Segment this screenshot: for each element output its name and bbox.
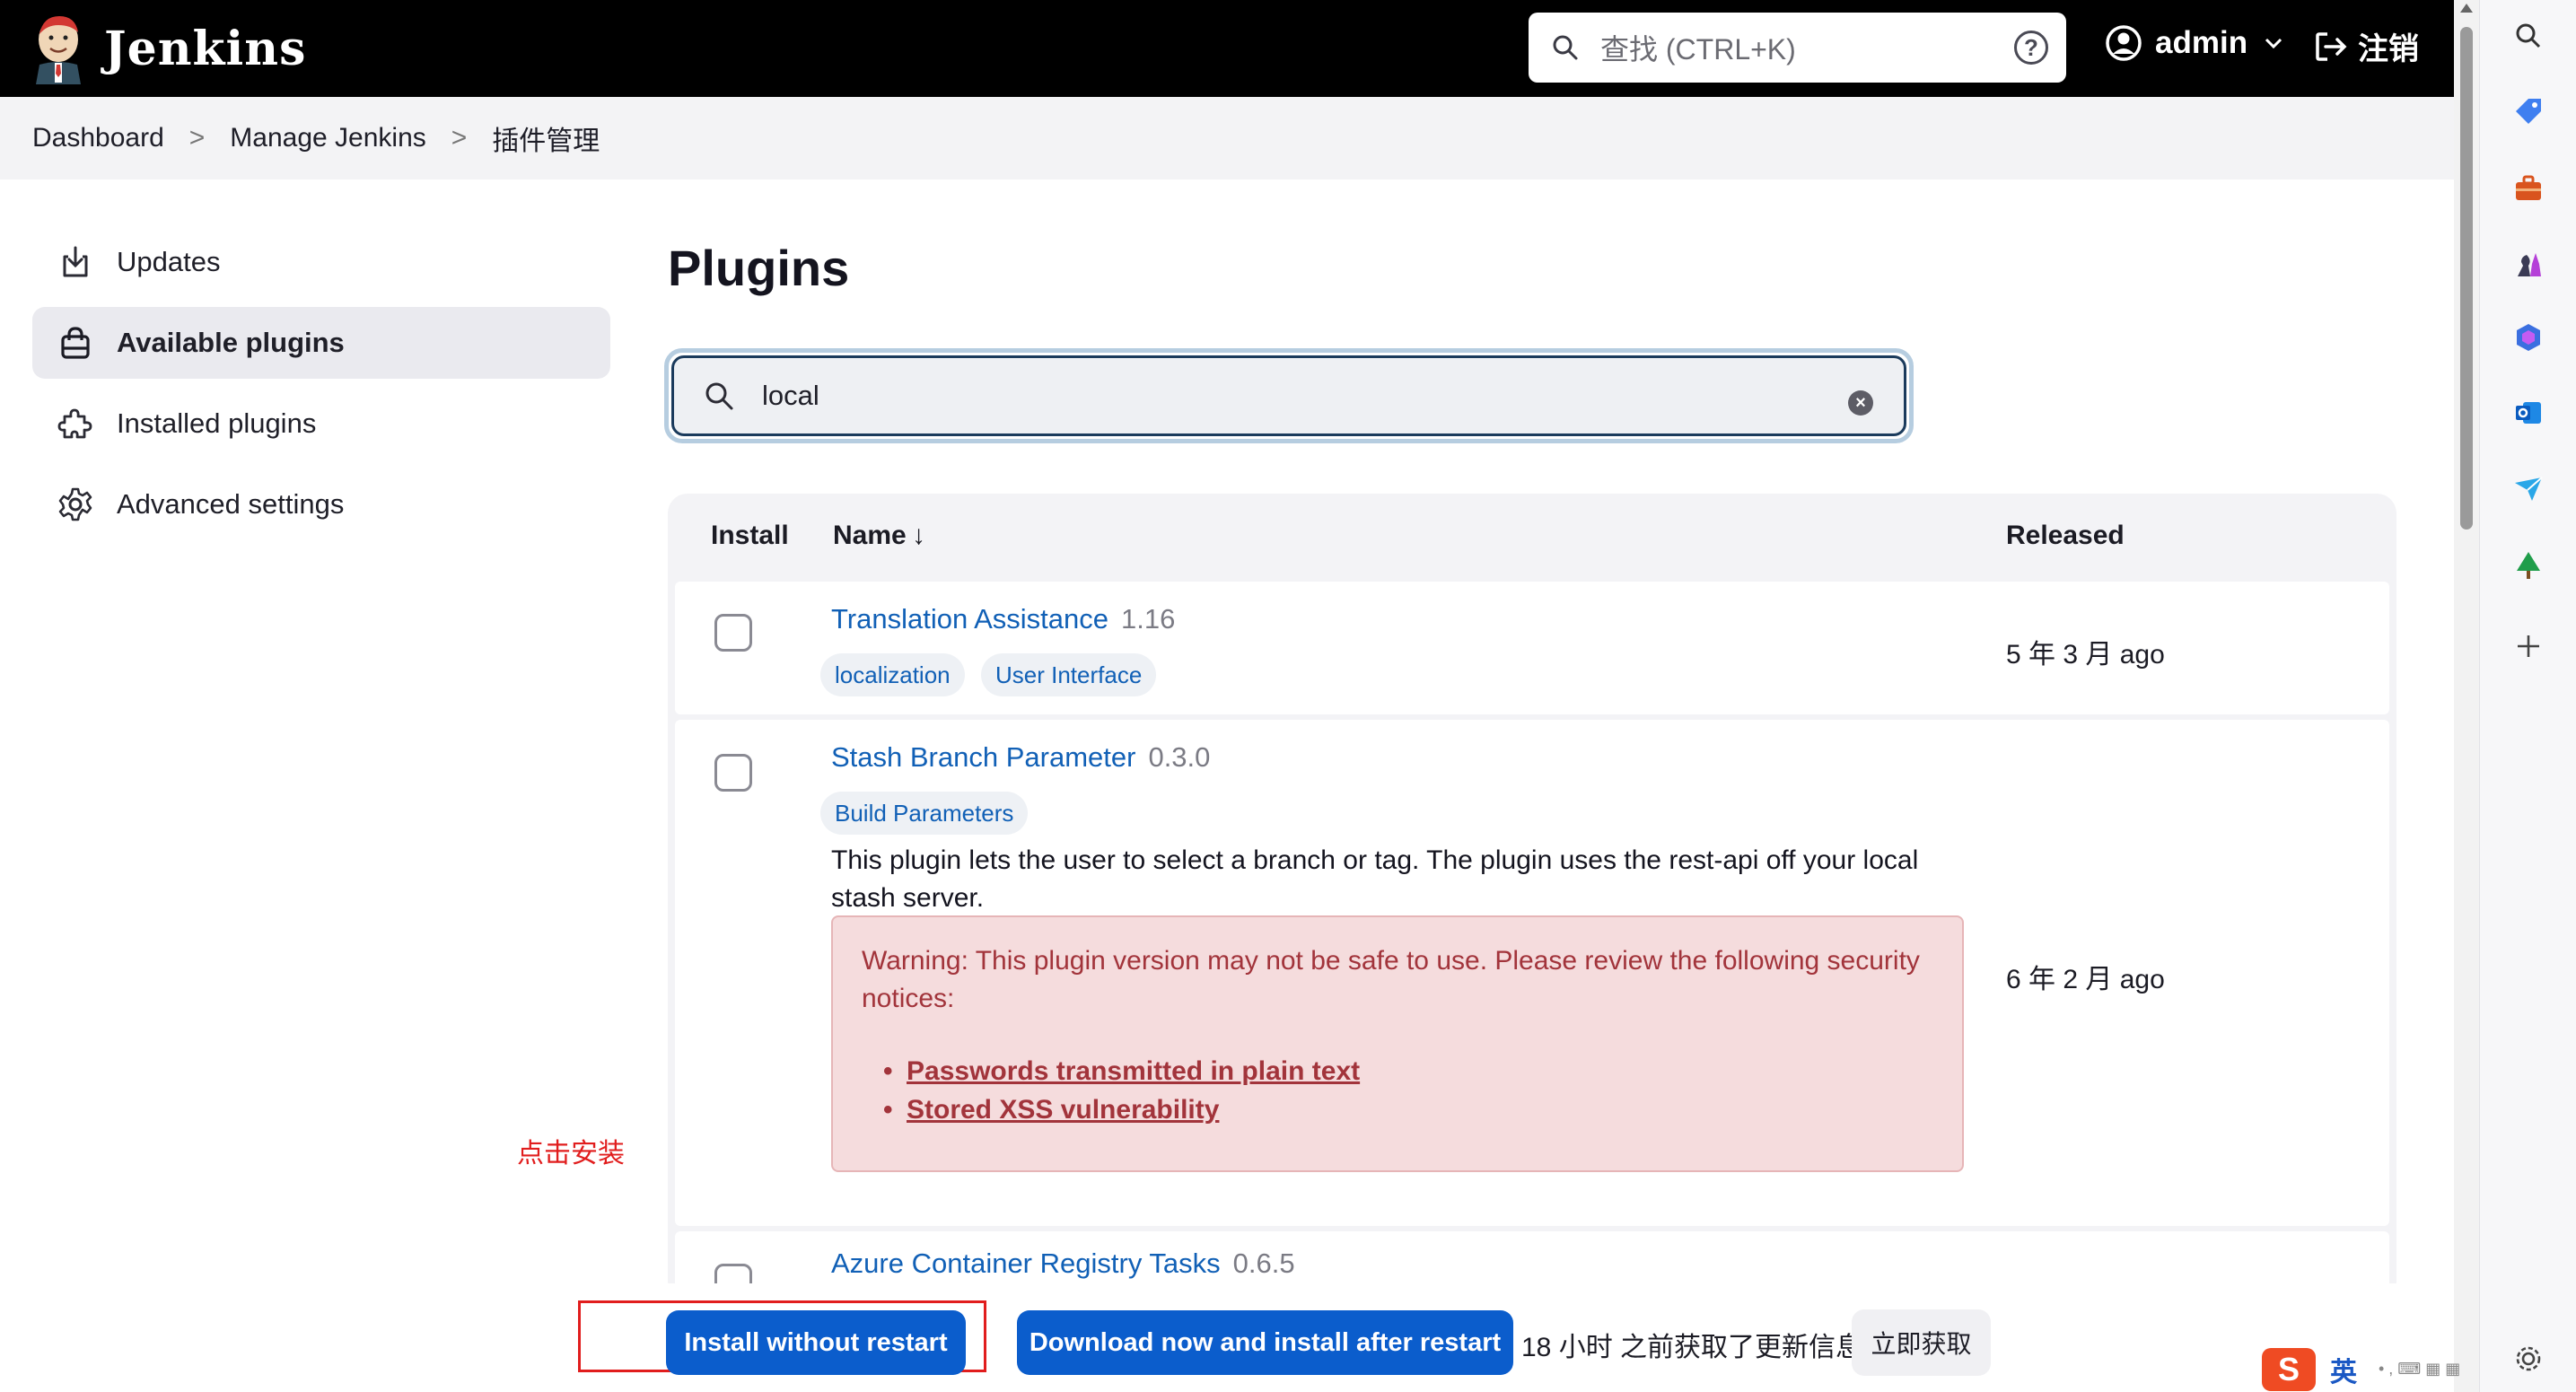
category-tag[interactable]: localization: [820, 653, 965, 696]
col-install: Install: [711, 521, 789, 550]
plugin-link[interactable]: Stash Branch Parameter: [831, 741, 1135, 773]
security-notice-link[interactable]: Stored XSS vulnerability: [883, 1090, 1360, 1129]
col-released: Released: [2006, 521, 2125, 550]
plugin-name-row: Azure Container Registry Tasks 0.6.5: [831, 1248, 1295, 1280]
outlook-icon[interactable]: [2512, 397, 2545, 429]
breadcrumb-manage-jenkins[interactable]: Manage Jenkins: [230, 123, 425, 153]
chevron-down-icon: [2265, 38, 2282, 49]
add-icon[interactable]: [2512, 630, 2545, 662]
chevron-right-icon: >: [451, 123, 468, 153]
puzzle-icon: [57, 408, 92, 439]
security-notices: Passwords transmitted in plain text Stor…: [883, 1052, 1360, 1129]
help-icon[interactable]: ?: [2014, 31, 2048, 65]
copilot-icon[interactable]: [2512, 321, 2545, 354]
ime-toolbar[interactable]: S 英 • , ⌨ ▦ ▦: [2262, 1346, 2460, 1392]
shopping-bag-icon: [61, 327, 90, 359]
sogou-logo-icon[interactable]: S: [2262, 1347, 2316, 1391]
user-menu[interactable]: admin: [2105, 24, 2283, 62]
sidebar-item-label: Installed plugins: [117, 407, 317, 439]
sidebar-item-label: Available plugins: [117, 327, 345, 358]
clear-filter-icon[interactable]: ×: [1848, 390, 1873, 416]
sidebar-item-installed-plugins[interactable]: Installed plugins: [32, 388, 610, 460]
sidebar-item-label: Updates: [117, 246, 221, 277]
plugin-filter: local ×: [664, 348, 1914, 443]
scroll-up-arrow-icon[interactable]: [2460, 4, 2473, 13]
breadcrumb: Dashboard > Manage Jenkins > 插件管理: [0, 97, 2454, 179]
search-icon: [1553, 35, 1578, 60]
tree-icon[interactable]: [2512, 549, 2545, 582]
sidebar-item-updates[interactable]: Updates: [32, 226, 610, 298]
plugin-name-row: Stash Branch Parameter 0.3.0: [831, 741, 1210, 774]
install-checkbox[interactable]: [714, 614, 752, 652]
plugin-version: 0.3.0: [1148, 741, 1211, 773]
plugin-version: 0.6.5: [1232, 1248, 1295, 1279]
fetch-now-button[interactable]: 立即获取: [1852, 1309, 1991, 1376]
search-placeholder: 查找 (CTRL+K): [1600, 33, 1796, 66]
search-icon[interactable]: [2512, 20, 2545, 52]
plugin-name-row: Translation Assistance 1.16: [831, 603, 1175, 635]
plugins-table: Install Name ↓ Released Translation Assi…: [668, 494, 2396, 1301]
breadcrumb-plugin-manager[interactable]: 插件管理: [492, 118, 600, 158]
install-without-restart-button[interactable]: Install without restart: [666, 1310, 966, 1375]
chevron-right-icon: >: [188, 123, 206, 153]
brand-name: Jenkins: [104, 21, 307, 76]
breadcrumb-dashboard[interactable]: Dashboard: [32, 123, 164, 153]
home-link[interactable]: Jenkins: [31, 13, 306, 84]
search-icon: [705, 382, 733, 410]
plugin-filter-input[interactable]: local ×: [671, 355, 1906, 436]
category-tag[interactable]: Build Parameters: [820, 792, 1029, 835]
filter-value: local: [762, 380, 819, 411]
col-name[interactable]: Name: [833, 521, 907, 551]
install-checkbox[interactable]: [714, 754, 752, 792]
sidebar-item-advanced-settings[interactable]: Advanced settings: [32, 468, 610, 540]
vertical-scrollbar[interactable]: [2454, 0, 2479, 1392]
released-date: 6 年 2 月 ago: [2006, 965, 2165, 994]
settings-icon[interactable]: [2512, 1343, 2545, 1375]
released-date: 5 年 3 月 ago: [2006, 640, 2165, 670]
plugin-description: This plugin lets the user to select a br…: [831, 845, 1919, 913]
browser-sidebar: [2479, 0, 2576, 1392]
sidebar-item-available-plugins[interactable]: Available plugins: [32, 307, 610, 379]
top-header: Jenkins 查找 (CTRL+K) ? admin 注销: [0, 0, 2454, 97]
download-install-after-restart-button[interactable]: Download now and install after restart: [1017, 1310, 1513, 1375]
gear-icon: [58, 487, 92, 521]
category-tag[interactable]: User Interface: [981, 653, 1157, 696]
scrollbar-thumb[interactable]: [2460, 27, 2473, 530]
tag-icon[interactable]: [2512, 95, 2545, 127]
chess-icon[interactable]: [2512, 248, 2545, 280]
annotation-note: 点击安装: [517, 1139, 625, 1169]
table-row: Translation Assistance 1.16 localization …: [675, 582, 2389, 714]
sidebar: Updates Available plugins Installed plug…: [32, 226, 610, 549]
logout-link[interactable]: 注销: [2313, 24, 2419, 68]
jenkins-logo-icon: [36, 16, 81, 84]
user-avatar-icon: [2106, 25, 2142, 61]
ime-extra-icons: • , ⌨ ▦ ▦: [2379, 1360, 2461, 1378]
global-search-input[interactable]: 查找 (CTRL+K) ?: [1529, 13, 2066, 83]
table-row: Stash Branch Parameter 0.3.0 Build Parame…: [675, 720, 2389, 1226]
sort-arrow-icon[interactable]: ↓: [912, 521, 925, 551]
username: admin: [2155, 25, 2248, 60]
download-icon: [63, 246, 88, 277]
security-warning: Warning: This plugin version may not be …: [831, 915, 1964, 1172]
logout-label: 注销: [2358, 32, 2419, 66]
toolbox-icon[interactable]: [2512, 172, 2545, 205]
plugin-link[interactable]: Azure Container Registry Tasks: [831, 1248, 1221, 1279]
security-notice-link[interactable]: Passwords transmitted in plain text: [883, 1052, 1360, 1090]
warning-text: Warning: This plugin version may not be …: [862, 946, 1920, 1013]
page-title: Plugins: [668, 240, 850, 296]
plugin-link[interactable]: Translation Assistance: [831, 603, 1108, 635]
sidebar-item-label: Advanced settings: [117, 488, 345, 520]
ime-mode[interactable]: 英: [2330, 1350, 2357, 1389]
last-fetched-status: 18 小时 之前获取了更新信息: [1521, 1333, 1863, 1362]
logout-icon: [2316, 31, 2347, 61]
send-icon[interactable]: [2512, 472, 2545, 504]
table-header: Install Name ↓ Released: [668, 494, 2396, 582]
plugin-version: 1.16: [1121, 603, 1176, 635]
